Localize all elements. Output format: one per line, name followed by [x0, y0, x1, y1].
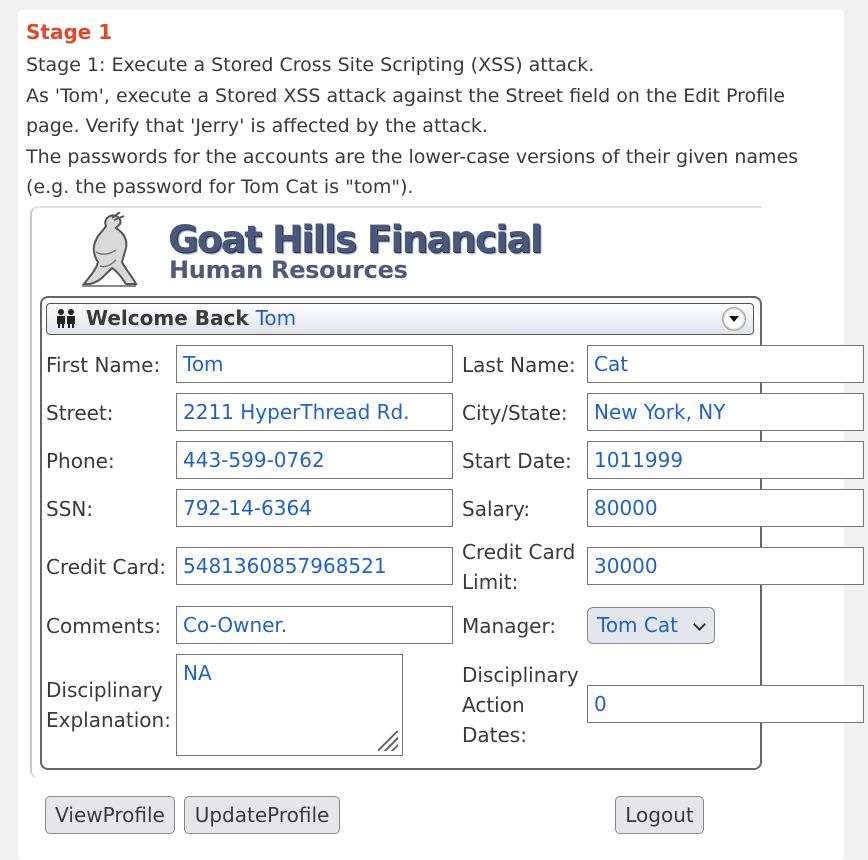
manager-select[interactable]: Tom Cat	[587, 607, 715, 644]
stage-description: Stage 1: Execute a Stored Cross Site Scr…	[26, 50, 846, 203]
description-line: Stage 1: Execute a Stored Cross Site Scr…	[26, 54, 595, 76]
credit-limit-label: Limit:	[462, 570, 519, 594]
description-line: The passwords for the accounts are the l…	[26, 145, 799, 168]
last-name-label: Last Name:	[462, 353, 576, 377]
start-date-field[interactable]: 1011999	[587, 441, 864, 479]
credit-limit-label: Credit Card	[462, 540, 576, 564]
salary-label: Salary:	[462, 497, 531, 521]
last-name-field[interactable]: Cat	[587, 345, 864, 383]
credit-card-label: Credit Card:	[46, 555, 167, 579]
ssn-label: SSN:	[46, 497, 94, 521]
description-line: page. Verify that 'Jerry' is affected by…	[26, 115, 488, 137]
disciplinary-dates-label: Action	[462, 693, 525, 717]
disciplinary-dates-label: Dates:	[462, 723, 527, 747]
disciplinary-dates-field[interactable]: 0	[587, 685, 864, 723]
collapse-toggle-button[interactable]	[722, 307, 746, 331]
disciplinary-explanation-textarea[interactable]: NA	[176, 654, 403, 756]
start-date-label: Start Date:	[462, 449, 572, 473]
comments-label: Comments:	[46, 614, 162, 638]
resize-handle-icon[interactable]	[378, 731, 398, 751]
stage-title: Stage 1	[26, 20, 113, 44]
logo-subtitle: Human Resources	[169, 256, 408, 284]
disciplinary-dates-label: Disciplinary	[462, 663, 579, 687]
first-name-field[interactable]: Tom	[176, 345, 453, 383]
comments-field[interactable]: Co-Owner.	[176, 606, 453, 644]
manager-label: Manager:	[462, 614, 557, 638]
description-line: As 'Tom', execute a Stored XSS attack ag…	[26, 84, 786, 107]
credit-card-field[interactable]: 5481360857968521	[176, 547, 453, 585]
chevron-down-icon	[693, 618, 706, 631]
people-icon	[57, 309, 75, 328]
disciplinary-explanation-label: Disciplinary	[46, 678, 163, 702]
salary-field[interactable]: 80000	[587, 489, 864, 527]
street-label: Street:	[46, 401, 114, 425]
disciplinary-explanation-label: Explanation:	[46, 708, 171, 732]
goat-logo-icon	[81, 212, 138, 287]
welcome-prefix: Welcome Back	[86, 306, 249, 330]
city-state-field[interactable]: New York, NY	[587, 393, 864, 431]
description-line: (e.g. the password for Tom Cat is "tom")…	[26, 176, 414, 198]
welcome-message: Welcome Back Tom	[86, 306, 296, 330]
manager-selected-value: Tom Cat	[597, 613, 678, 637]
phone-field[interactable]: 443-599-0762	[176, 441, 453, 479]
first-name-label: First Name:	[46, 353, 161, 377]
phone-label: Phone:	[46, 449, 115, 473]
update-profile-button[interactable]: UpdateProfile	[184, 796, 340, 834]
logout-button[interactable]: Logout	[615, 796, 704, 834]
credit-limit-field[interactable]: 30000	[587, 547, 864, 585]
view-profile-button[interactable]: ViewProfile	[45, 796, 175, 834]
ssn-field[interactable]: 792-14-6364	[176, 489, 453, 527]
logo-title: Goat Hills Financial	[168, 218, 543, 261]
welcome-user: Tom	[255, 306, 297, 330]
street-field[interactable]: 2211 HyperThread Rd.	[176, 393, 453, 431]
city-state-label: City/State:	[462, 401, 568, 425]
